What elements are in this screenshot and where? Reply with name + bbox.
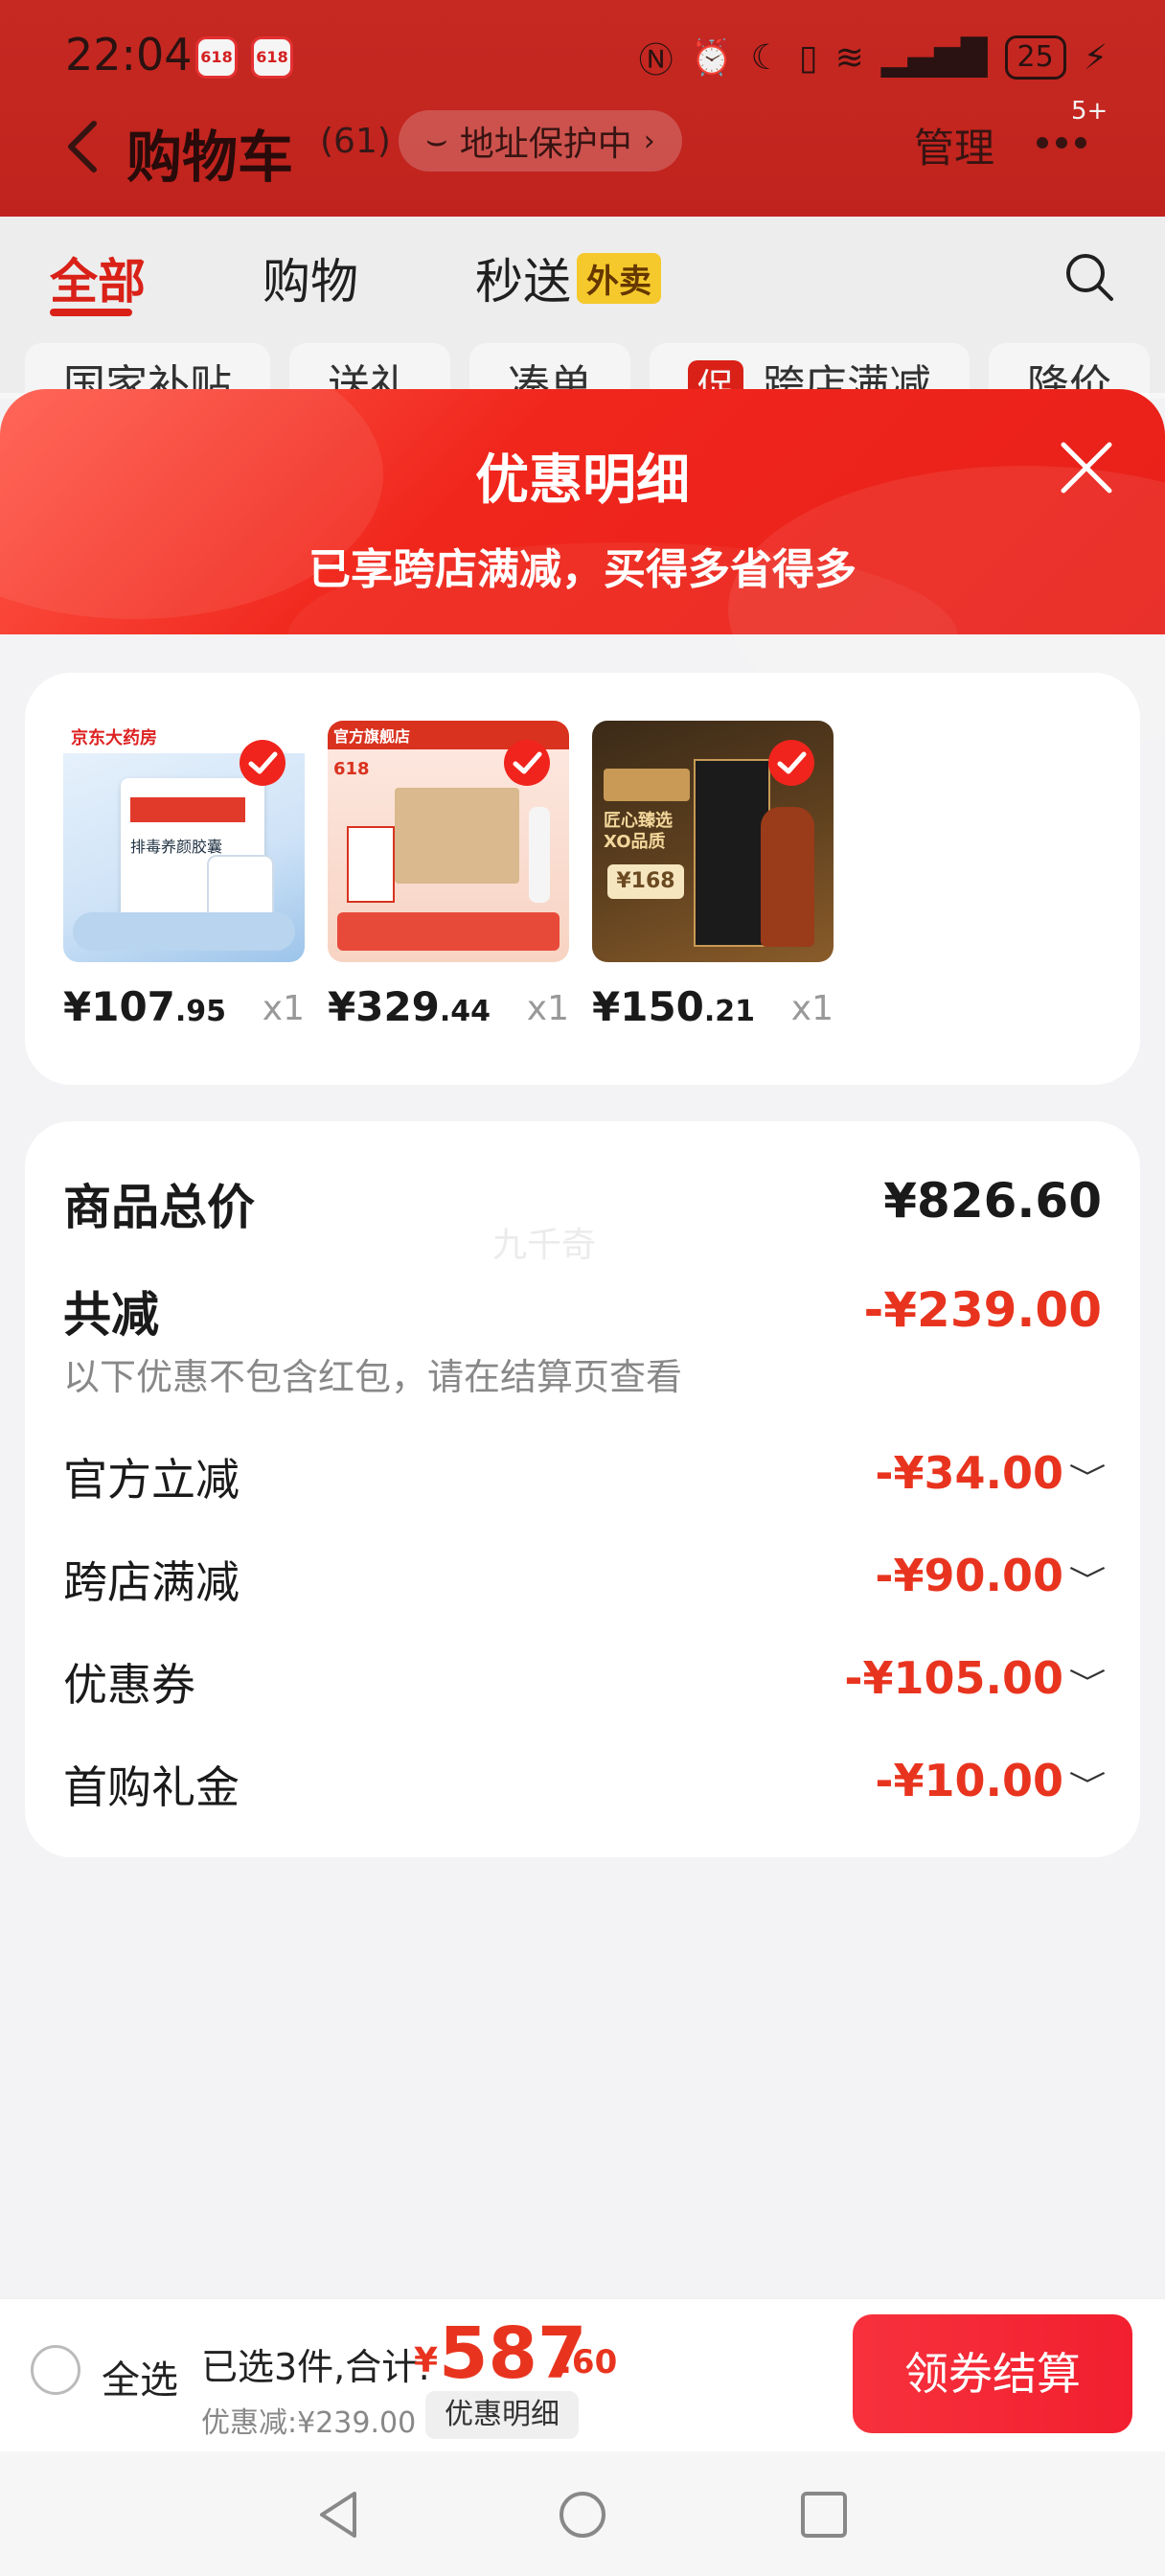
discount-row-coupon[interactable]: -¥105.00 ﹀ [844, 1652, 1106, 1704]
price-decimal: .44 [439, 995, 491, 1028]
total-price-value: ¥826.60 [883, 1173, 1102, 1229]
total-amount-decimal: .60 [560, 2343, 618, 2381]
price-integer: ¥107 [63, 983, 175, 1030]
checkmark-icon [240, 740, 286, 786]
discount-label: 官方立减 [63, 1454, 240, 1506]
total-currency: ¥ [414, 2341, 439, 2380]
checkout-button[interactable]: 领券结算 [853, 2314, 1132, 2433]
discount-label: 跨店满减 [63, 1556, 240, 1608]
discount-value: -¥105.00 [844, 1652, 1063, 1704]
product-brand: 京东大药房 [71, 728, 157, 748]
discount-row-cross-store[interactable]: -¥90.00 ﹀ [875, 1550, 1106, 1601]
discount-value: -¥10.00 [875, 1755, 1063, 1806]
product-brand: 官方旗舰店 [333, 727, 411, 746]
close-icon[interactable] [1058, 439, 1115, 496]
product-price: ¥329.44 [328, 983, 491, 1030]
chevron-down-icon: ﹀ [1068, 1565, 1107, 1598]
checkmark-icon [504, 740, 550, 786]
product-item[interactable]: 匠心臻选 XO品质 ¥168 ¥150.21 x1 [592, 721, 834, 1030]
checkout-bar: 全选 已选3件,合计: ¥ 587 .60 优惠减:¥239.00 优惠明细 领… [0, 2298, 1165, 2451]
total-price-label: 商品总价 [63, 1180, 255, 1235]
product-image: 官方旗舰店 618 [328, 721, 569, 962]
system-navigation-bar [0, 2451, 1165, 2576]
price-integer: ¥150 [592, 983, 704, 1030]
total-reduction-label: 共减 [63, 1287, 159, 1343]
sheet-title: 优惠明细 [475, 449, 690, 512]
discount-value: -¥90.00 [875, 1550, 1063, 1601]
discount-detail-button[interactable]: 优惠明细 [425, 2391, 579, 2439]
chevron-down-icon: ﹀ [1068, 1770, 1107, 1804]
checkmark-icon [768, 740, 814, 786]
selected-products-card: 京东大药房 排毒养颜胶囊 ¥107.95 x1 官方旗舰店 618 ¥329.4… [25, 673, 1140, 1085]
product-image: 匠心臻选 XO品质 ¥168 [592, 721, 834, 962]
product-brand: 匠心臻选 XO品质 [604, 811, 673, 852]
discount-value: -¥34.00 [875, 1447, 1063, 1499]
product-thumb-text: 618 [333, 759, 370, 779]
product-thumb-text: ¥168 [607, 864, 684, 899]
discount-label: 首购礼金 [63, 1761, 240, 1813]
select-all-label[interactable]: 全选 [102, 2349, 178, 2404]
total-reduction-value: -¥239.00 [863, 1282, 1103, 1338]
product-price: ¥107.95 [63, 983, 226, 1030]
modal-backdrop[interactable] [0, 0, 1165, 393]
product-thumb-text: 排毒养颜胶囊 [130, 838, 223, 856]
product-image: 京东大药房 排毒养颜胶囊 [63, 721, 305, 962]
price-integer: ¥329 [328, 983, 440, 1030]
sheet-subtitle: 已享跨店满减，买得多省得多 [308, 545, 857, 594]
discount-label: 优惠券 [63, 1659, 195, 1711]
watermark: 九千奇 [492, 1226, 597, 1265]
chevron-down-icon: ﹀ [1068, 1462, 1107, 1496]
price-decimal: .95 [174, 995, 227, 1028]
select-all-checkbox[interactable] [31, 2345, 80, 2395]
product-quantity: x1 [262, 989, 305, 1028]
product-quantity: x1 [526, 989, 569, 1028]
product-item[interactable]: 京东大药房 排毒养颜胶囊 ¥107.95 x1 [63, 721, 305, 1030]
selected-count-text: 已选3件,合计: [201, 2346, 431, 2388]
price-decimal: .21 [703, 995, 756, 1028]
reduction-note: 以下优惠不包含红包，请在结算页查看 [63, 1356, 683, 1398]
nav-recents-icon[interactable] [797, 2488, 851, 2542]
product-quantity: x1 [790, 989, 834, 1028]
sheet-header: 优惠明细 已享跨店满减，买得多省得多 [0, 389, 1165, 753]
product-item[interactable]: 官方旗舰店 618 ¥329.44 x1 [328, 721, 569, 1030]
discount-summary: 优惠减:¥239.00 [201, 2406, 417, 2440]
price-summary-card: 商品总价 ¥826.60 九千奇 共减 -¥239.00 以下优惠不包含红包，请… [25, 1121, 1140, 1857]
product-price: ¥150.21 [592, 983, 755, 1030]
chevron-down-icon: ﹀ [1068, 1668, 1107, 1701]
discount-detail-sheet: 优惠明细 已享跨店满减，买得多省得多 京东大药房 排毒养颜胶囊 ¥107.95 … [0, 389, 1165, 2298]
nav-home-icon[interactable] [556, 2488, 609, 2542]
discount-row-first-purchase[interactable]: -¥10.00 ﹀ [875, 1755, 1106, 1806]
discount-row-official[interactable]: -¥34.00 ﹀ [875, 1447, 1106, 1499]
nav-back-icon[interactable] [312, 2488, 366, 2542]
